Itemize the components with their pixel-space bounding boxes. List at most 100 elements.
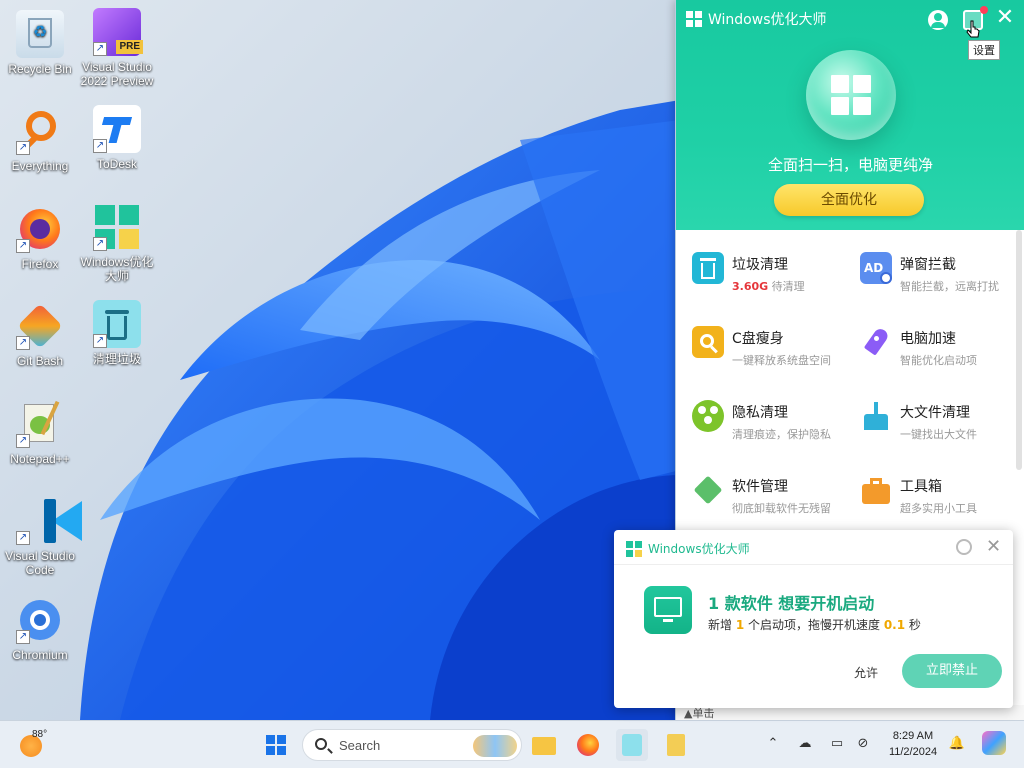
- desktop-icon-label: Notepad++: [10, 452, 70, 466]
- feature-desc: 一键找出大文件: [900, 428, 977, 441]
- display-icon[interactable]: ▭: [828, 735, 846, 753]
- firefox-taskbar-button[interactable]: [572, 729, 604, 761]
- firefox-icon: [577, 734, 599, 756]
- desktop-icon-todesk[interactable]: ↗ ToDesk: [77, 105, 157, 171]
- cloud-offline-icon[interactable]: ☁: [796, 735, 814, 753]
- weather-widget[interactable]: 88°: [20, 729, 80, 761]
- chromium-icon: ↗: [16, 596, 64, 644]
- desktop-icon-label: Recycle Bin: [8, 62, 72, 76]
- feature-title: 软件管理: [732, 479, 788, 495]
- visual-studio-preview-icon: PRE ↗: [93, 8, 143, 56]
- full-optimize-button[interactable]: 全面优化: [774, 184, 924, 216]
- close-button[interactable]: ✕: [994, 7, 1016, 29]
- rocket-icon: [860, 326, 892, 358]
- desktop-icon-recycle-bin[interactable]: ♻ Recycle Bin: [0, 10, 80, 76]
- feature-desc: 智能拦截，远离打扰: [900, 280, 999, 293]
- notepad-taskbar-button[interactable]: [660, 729, 692, 761]
- desktop-icon-chromium[interactable]: ↗ Chromium: [0, 596, 80, 662]
- notepadpp-icon: ↗: [16, 400, 64, 448]
- desktop-icon-firefox[interactable]: ↗ Firefox: [0, 205, 80, 271]
- settings-tooltip: 设置: [968, 40, 1000, 60]
- block-now-button[interactable]: 立即禁止: [902, 654, 1002, 688]
- file-explorer-button[interactable]: [528, 729, 560, 761]
- feature-desc: 一键释放系统盘空间: [732, 354, 831, 367]
- start-button[interactable]: [260, 729, 292, 761]
- desktop-icon-label: Visual Studio Code: [5, 549, 75, 577]
- taskbar: 88° Search ⌃ ☁ ▭ ⊘ 8:29 AM 11/2/2024 🔔: [0, 720, 1024, 768]
- temperature: 88°: [32, 729, 48, 740]
- search-icon: [315, 738, 327, 750]
- notification-dot: [980, 6, 988, 14]
- notepad-icon: [667, 734, 685, 756]
- desktop-icon-label: Firefox: [21, 257, 59, 271]
- startup-count: 1: [735, 618, 745, 632]
- search-placeholder: Search: [339, 738, 381, 753]
- optimizer-slogan: 全面扫一扫，电脑更纯净: [767, 156, 933, 174]
- network-icon[interactable]: ⊘: [854, 735, 872, 753]
- feature-title: 电脑加速: [900, 331, 956, 347]
- privacy-icon: [692, 400, 724, 432]
- notification-close-button[interactable]: ✕: [986, 536, 1001, 557]
- notification-title: Windows优化大师: [626, 540, 750, 557]
- feature-desc: 彻底卸载软件无残留: [732, 502, 831, 515]
- trash-cleaner-icon: ↗: [93, 300, 141, 348]
- feature-privacy-clean[interactable]: 隐私清理 清理痕迹，保护隐私: [676, 388, 844, 448]
- firefox-icon: ↗: [16, 205, 64, 253]
- desktop-icon-label: Windows优化大师: [80, 255, 154, 283]
- feature-title: 弹窗拦截: [900, 257, 956, 273]
- user-account-icon[interactable]: [928, 10, 948, 30]
- feature-desc: 智能优化启动项: [900, 354, 977, 367]
- feature-title: 隐私清理: [732, 405, 788, 421]
- search-highlight-icon: [473, 735, 517, 757]
- clock[interactable]: 8:29 AM 11/2/2024: [880, 728, 946, 760]
- feature-disk-slim[interactable]: C盘瘦身 一键释放系统盘空间: [676, 314, 844, 374]
- optimizer-title-text: Windows优化大师: [708, 12, 827, 28]
- feature-junk-clean[interactable]: 垃圾清理 3.60G 待清理: [676, 240, 844, 300]
- vscode-icon: ↗: [16, 497, 82, 545]
- gear-icon[interactable]: [956, 539, 972, 555]
- startup-notification: Windows优化大师 ✕ 1 款软件 想要开机启动 新增 1 个启动项，拖慢开…: [614, 530, 1013, 708]
- junk-size: 3.60G: [732, 280, 769, 293]
- desktop-icon-vscode[interactable]: ↗ Visual Studio Code: [0, 497, 82, 577]
- feature-title: 大文件清理: [900, 405, 970, 421]
- broom-icon: [860, 400, 892, 432]
- desktop-icon-windows-optimizer[interactable]: ↗ Windows优化大师: [77, 203, 157, 283]
- notification-app-title: Windows优化大师: [648, 542, 750, 556]
- windows-logo-icon: [626, 540, 642, 557]
- taskbar-search[interactable]: Search: [302, 729, 522, 761]
- desktop-icon-visual-studio-preview[interactable]: PRE ↗ Visual Studio 2022 Preview: [77, 8, 157, 88]
- todesk-icon: ↗: [93, 105, 141, 153]
- divider: [614, 564, 1013, 565]
- feature-toolbox[interactable]: 工具箱 超多实用小工具: [844, 462, 1012, 522]
- desktop-icon-label: Visual Studio 2022 Preview: [80, 60, 154, 88]
- feature-desc: 3.60G 待清理: [732, 280, 805, 293]
- windows-logo-icon: [266, 735, 286, 755]
- trash-cleaner-taskbar-button[interactable]: [616, 729, 648, 761]
- desktop-icon-everything[interactable]: ↗ Everything: [0, 107, 80, 173]
- toolbox-icon: [860, 474, 892, 506]
- allow-button[interactable]: 允许: [854, 664, 878, 681]
- desktop-icon-trash-cleaner[interactable]: ↗ 清理垃圾: [77, 300, 157, 366]
- feature-popup-block[interactable]: AD 弹窗拦截 智能拦截，远离打扰: [844, 240, 1012, 300]
- desktop-icon-notepadpp[interactable]: ↗ Notepad++: [0, 400, 80, 466]
- mouse-cursor-icon: [966, 20, 980, 38]
- feature-large-file-clean[interactable]: 大文件清理 一键找出大文件: [844, 388, 1012, 448]
- feature-software-manage[interactable]: 软件管理 彻底卸载软件无残留: [676, 462, 844, 522]
- feature-desc: 清理痕迹，保护隐私: [732, 428, 831, 441]
- everything-search-icon: ↗: [16, 107, 64, 155]
- notification-detail: 新增 1 个启动项，拖慢开机速度 0.1 秒: [708, 618, 921, 632]
- feature-speedup[interactable]: 电脑加速 智能优化启动项: [844, 314, 1012, 374]
- feature-title: 工具箱: [900, 479, 942, 495]
- feature-desc: 超多实用小工具: [900, 502, 977, 515]
- desktop-icon-label: Everything: [11, 159, 69, 173]
- copilot-icon[interactable]: [982, 731, 1006, 755]
- date: 11/2/2024: [888, 746, 938, 758]
- desktop-icon-git-bash[interactable]: ↗ Git Bash: [0, 302, 80, 368]
- trash-cleaner-icon: [622, 734, 642, 756]
- chevron-up-icon[interactable]: ⌃: [764, 735, 782, 753]
- software-box-icon: [692, 474, 724, 506]
- scrollbar[interactable]: [1016, 230, 1022, 470]
- bell-icon[interactable]: 🔔: [948, 735, 966, 753]
- optimizer-title: Windows优化大师: [686, 9, 827, 29]
- feature-title: C盘瘦身: [732, 331, 784, 347]
